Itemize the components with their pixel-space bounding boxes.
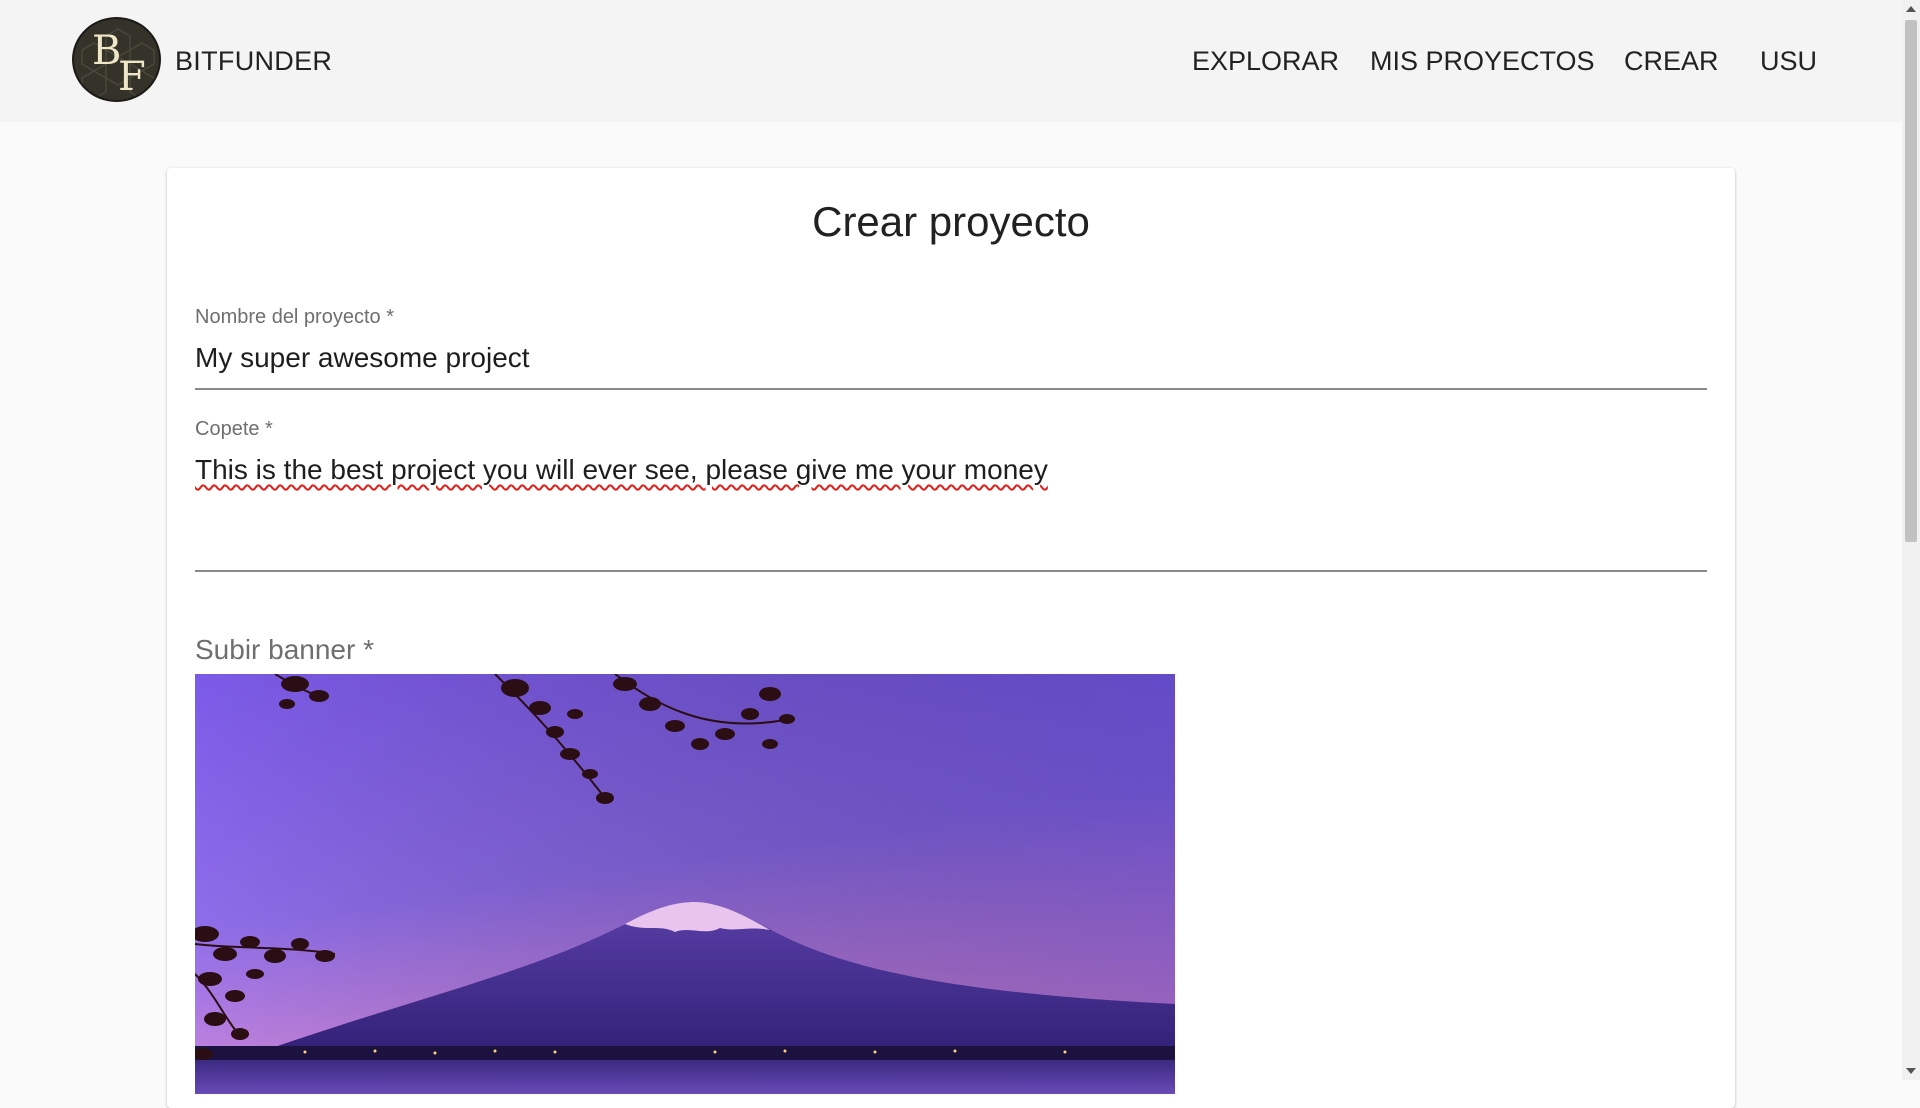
project-name-input[interactable]: My super awesome project <box>195 342 530 374</box>
page-title: Crear proyecto <box>812 198 1090 245</box>
copete-underline <box>195 570 1707 572</box>
project-name-label: Nombre del proyecto * <box>195 306 394 328</box>
copete-label: Copete * <box>195 418 273 440</box>
create-project-form: Crear proyecto Nombre del proyecto * My … <box>167 168 1735 1108</box>
scroll-down-arrow-icon[interactable] <box>1906 1068 1916 1074</box>
logo-letter-f: F <box>118 54 146 100</box>
nav-explore[interactable]: EXPLORAR <box>1192 46 1339 77</box>
nav-user[interactable]: USU <box>1760 46 1817 77</box>
logo-letter-b: B <box>92 28 122 74</box>
nav-create[interactable]: CREAR <box>1624 46 1719 77</box>
copete-textarea[interactable]: This is the best project you will ever s… <box>195 454 1048 486</box>
bitfunder-logo[interactable]: B F <box>72 17 161 102</box>
scroll-up-arrow-icon[interactable] <box>1906 6 1916 12</box>
page-scrollbar[interactable] <box>1902 0 1920 1080</box>
brand-name[interactable]: BITFUNDER <box>175 46 332 77</box>
copete-field[interactable]: Copete * This is the best project you wi… <box>195 418 1707 574</box>
banner-upload-label: Subir banner * <box>195 634 375 665</box>
project-name-underline <box>195 388 1707 390</box>
project-name-field[interactable]: Nombre del proyecto * My super awesome p… <box>195 306 1707 392</box>
app-header: B F BITFUNDER EXPLORAR MIS PROYECTOS CRE… <box>0 0 1902 122</box>
scrollbar-thumb[interactable] <box>1905 20 1917 542</box>
nav-my-projects[interactable]: MIS PROYECTOS <box>1370 46 1595 77</box>
mount-fuji-image <box>195 674 1175 1094</box>
banner-preview-image[interactable] <box>195 674 1175 1094</box>
